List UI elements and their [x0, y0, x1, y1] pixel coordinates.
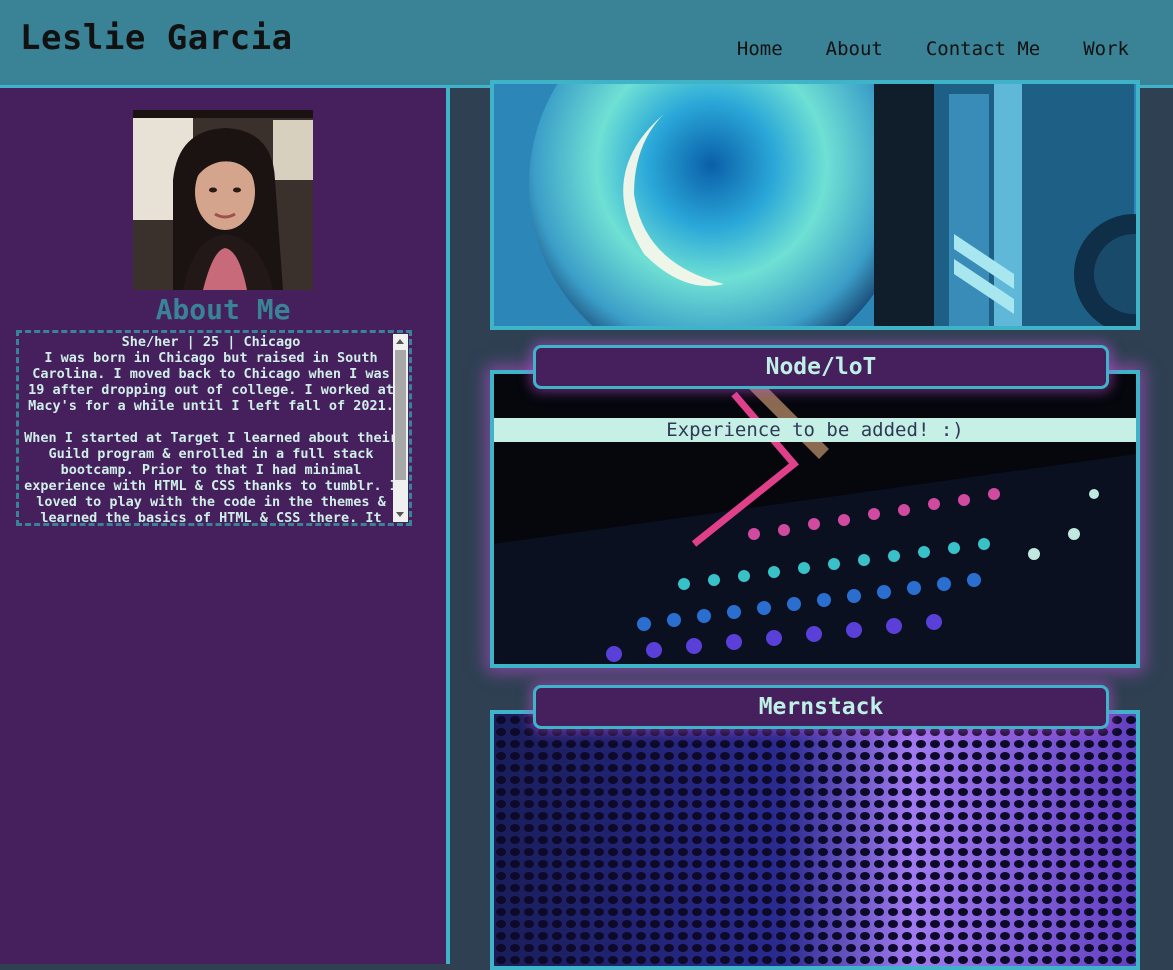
about-scrollbar[interactable]	[393, 334, 408, 522]
project-card-top[interactable]	[490, 80, 1140, 330]
main-nav: Home About Contact Me Work	[737, 38, 1129, 60]
about-paragraph: I was born in Chicago but raised in Sout…	[28, 350, 394, 414]
nav-link-contact[interactable]: Contact Me	[926, 38, 1040, 60]
project-image-fan	[494, 84, 1136, 326]
project-image-mesh	[494, 714, 1136, 966]
nav-link-home[interactable]: Home	[737, 38, 783, 60]
profile-photo	[133, 110, 313, 290]
scroll-down-icon[interactable]	[396, 512, 404, 517]
about-heading: About Me	[155, 293, 291, 326]
project-title-node: Node/loT	[533, 345, 1109, 389]
nav-link-about[interactable]: About	[826, 38, 883, 60]
nav-link-work[interactable]: Work	[1083, 38, 1129, 60]
scroll-thumb[interactable]	[395, 350, 406, 480]
about-meta: She/her | 25 | Chicago	[121, 334, 301, 350]
scroll-up-icon[interactable]	[396, 339, 404, 344]
project-title-mern: Mernstack	[533, 685, 1109, 729]
about-text: She/her | 25 | Chicago I was born in Chi…	[22, 334, 400, 526]
about-sidebar: About Me She/her | 25 | Chicago I was bo…	[0, 88, 450, 964]
about-scroll-box[interactable]: She/her | 25 | Chicago I was born in Chi…	[16, 330, 412, 526]
about-paragraph: When I started at Target I learned about…	[24, 430, 398, 526]
project-card-node[interactable]: Experience to be added! :)	[490, 370, 1140, 668]
site-title: Leslie Garcia	[20, 18, 293, 58]
project-note-banner: Experience to be added! :)	[494, 418, 1136, 442]
site-header: Leslie Garcia Home About Contact Me Work	[0, 0, 1173, 88]
project-card-mern[interactable]	[490, 710, 1140, 970]
